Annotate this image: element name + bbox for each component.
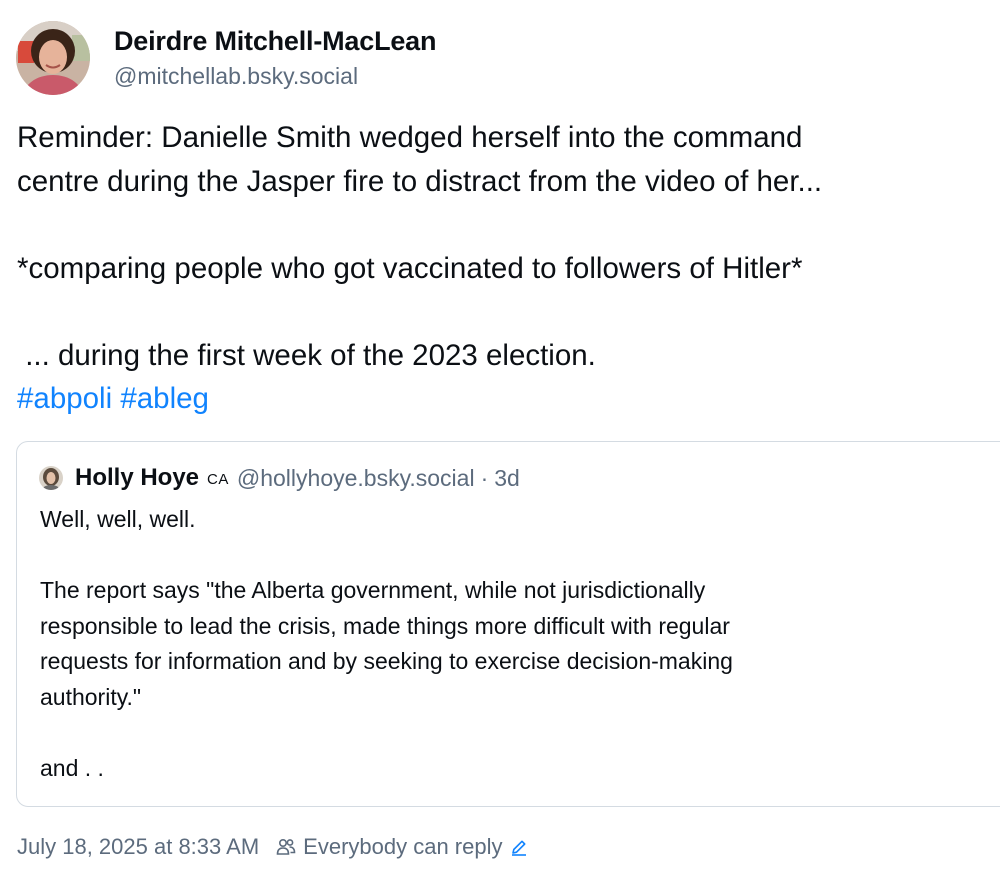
post-hashtags: #abpoli #ableg [17,377,987,421]
quoted-text-line: and . . [40,754,104,781]
post-text-line: ... during the first week of the 2023 el… [17,338,596,372]
post-text-line: Reminder: Danielle Smith wedged herself … [17,121,803,154]
post-text-line: *comparing people who got vaccinated to … [17,251,803,285]
author-names: Deirdre Mitchell-MacLean @mitchellab.bsk… [114,24,436,92]
post-author[interactable]: Deirdre Mitchell-MacLean @mitchellab.bsk… [16,20,436,96]
quoted-text-line: Well, well, well. [40,506,196,532]
reply-setting-button[interactable]: Everybody can reply [259,834,528,860]
hashtag-link[interactable]: #ableg [120,382,209,415]
author-display-name[interactable]: Deirdre Mitchell-MacLean [114,24,436,58]
quoted-text-line: The report says "the Alberta government,… [40,577,706,603]
quoted-post-body: Well, well, well. The report says "the A… [40,502,970,786]
hashtag-link[interactable]: #abpoli [17,382,112,415]
quoted-post[interactable]: Holly Hoye CA @hollyhoye.bsky.social · 3… [16,441,1000,807]
quoted-post-time[interactable]: 3d [494,465,520,492]
author-handle[interactable]: @mitchellab.bsky.social [114,60,436,92]
author-avatar[interactable] [16,21,90,95]
quoted-text-line: authority." [40,683,142,710]
country-flag-label: CA [207,470,229,488]
post: Deirdre Mitchell-MacLean @mitchellab.bsk… [0,0,1000,885]
quoted-text-line: requests for information and by seeking … [40,648,733,674]
quoted-author-handle[interactable]: @hollyhoye.bsky.social [237,465,475,492]
quoted-author-name[interactable]: Holly Hoye [75,464,199,492]
post-text: Reminder: Danielle Smith wedged herself … [17,116,987,421]
reply-setting-label: Everybody can reply [303,834,503,859]
edit-icon [509,837,529,857]
post-footer: July 18, 2025 at 8:33 AM Everybody can r… [17,834,529,860]
quoted-author-avatar[interactable] [39,466,63,490]
separator-dot: · [480,464,489,491]
post-timestamp[interactable]: July 18, 2025 at 8:33 AM [17,834,259,860]
quoted-text-line: responsible to lead the crisis, made thi… [40,612,730,639]
people-icon [275,836,297,858]
quoted-post-header: Holly Hoye CA @hollyhoye.bsky.social · 3… [39,462,520,494]
post-text-line: centre during the Jasper fire to distrac… [17,164,823,198]
